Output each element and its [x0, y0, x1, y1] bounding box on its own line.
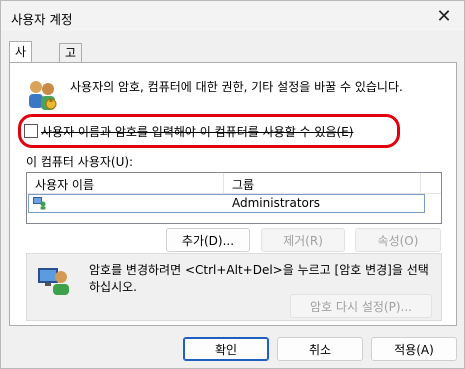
cancel-button[interactable]: 취소 — [277, 337, 363, 361]
ok-button[interactable]: 확인 — [183, 337, 269, 361]
title-bar: 사용자 계정 ✕ — [1, 1, 464, 31]
users-list[interactable]: 사용자 이름 그룹 Administrators — [26, 172, 442, 224]
require-login-label[interactable]: 사용자 이름과 암호를 입력해야 이 컴퓨터를 사용할 수 있음(E) — [41, 123, 353, 140]
window-title: 사용자 계정 — [11, 12, 73, 27]
column-divider[interactable] — [420, 173, 421, 193]
list-header: 사용자 이름 그룹 — [27, 173, 441, 194]
reset-password-button[interactable]: 암호 다시 설정(P)... — [290, 294, 432, 318]
user-icon — [33, 197, 46, 210]
users-list-label: 이 컴퓨터 사용자(U): — [26, 155, 134, 169]
user-accounts-dialog: 사용자 계정 ✕ 사용자 고급 사용자의 암호, 컴퓨터에 대한 권한, 기타 … — [0, 0, 465, 369]
add-button[interactable]: 추가(D)... — [166, 228, 250, 252]
tab-users[interactable]: 사용자 — [9, 41, 33, 99]
column-group[interactable]: 그룹 — [232, 176, 254, 193]
column-divider[interactable] — [223, 173, 224, 193]
password-instructions: 암호를 변경하려면 <Ctrl+Alt+Del>을 누르고 [암호 변경]을 선… — [89, 263, 429, 294]
tab-advanced[interactable]: 고급 — [59, 43, 83, 78]
require-login-row[interactable]: 사용자 이름과 암호를 입력해야 이 컴퓨터를 사용할 수 있음(E) — [24, 122, 353, 140]
remove-button[interactable]: 제거(R) — [261, 228, 345, 252]
apply-button[interactable]: 적용(A) — [371, 337, 457, 361]
description-text: 사용자의 암호, 컴퓨터에 대한 권한, 기타 설정을 바꿀 수 있습니다. — [70, 80, 403, 94]
users-tab-panel: 사용자의 암호, 컴퓨터에 대한 권한, 기타 설정을 바꿀 수 있습니다. 사… — [9, 62, 457, 326]
table-row[interactable]: Administrators — [28, 194, 425, 213]
user-with-monitor-icon — [38, 268, 69, 295]
users-icon — [29, 81, 57, 110]
properties-button[interactable]: 속성(O) — [355, 228, 441, 252]
password-section: 암호를 변경하려면 <Ctrl+Alt+Del>을 누르고 [암호 변경]을 선… — [26, 253, 442, 321]
require-login-checkbox[interactable] — [24, 124, 38, 138]
row-group: Administrators — [232, 196, 321, 210]
close-icon[interactable]: ✕ — [430, 4, 458, 28]
column-user-name[interactable]: 사용자 이름 — [35, 176, 94, 193]
